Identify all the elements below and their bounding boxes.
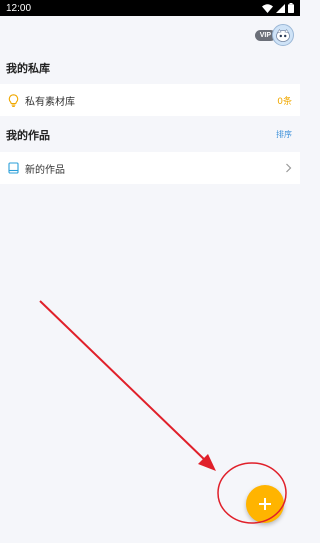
annotation-arrow-head	[198, 454, 216, 471]
new-work-item[interactable]: 新的作品	[0, 152, 300, 184]
robot-avatar-icon	[276, 28, 290, 42]
new-work-label: 新的作品	[25, 164, 65, 176]
annotation-arrow-line	[39, 300, 208, 463]
private-library-count: 0条	[277, 96, 292, 107]
lightbulb-icon	[8, 93, 19, 107]
chevron-right-icon	[286, 163, 292, 173]
plus-icon	[259, 498, 271, 510]
avatar[interactable]	[272, 24, 294, 46]
status-time: 12:00	[6, 2, 32, 14]
private-library-title: 我的私库	[6, 62, 50, 75]
my-works-title: 我的作品	[6, 129, 50, 142]
top-bar: VIP	[0, 16, 300, 54]
red-annotation-overlay	[39, 300, 287, 524]
wifi-icon	[262, 3, 273, 13]
add-button[interactable]	[246, 485, 284, 523]
book-icon	[8, 162, 19, 174]
sort-button[interactable]: 排序	[276, 129, 292, 140]
private-library-item[interactable]: 私有素材库 0条	[0, 84, 300, 116]
private-library-label: 私有素材库	[25, 96, 75, 108]
status-icons	[262, 3, 294, 13]
signal-icon	[276, 3, 285, 13]
battery-icon	[288, 3, 294, 13]
vip-avatar-button[interactable]: VIP	[254, 24, 294, 46]
status-bar: 12:00	[0, 0, 300, 16]
